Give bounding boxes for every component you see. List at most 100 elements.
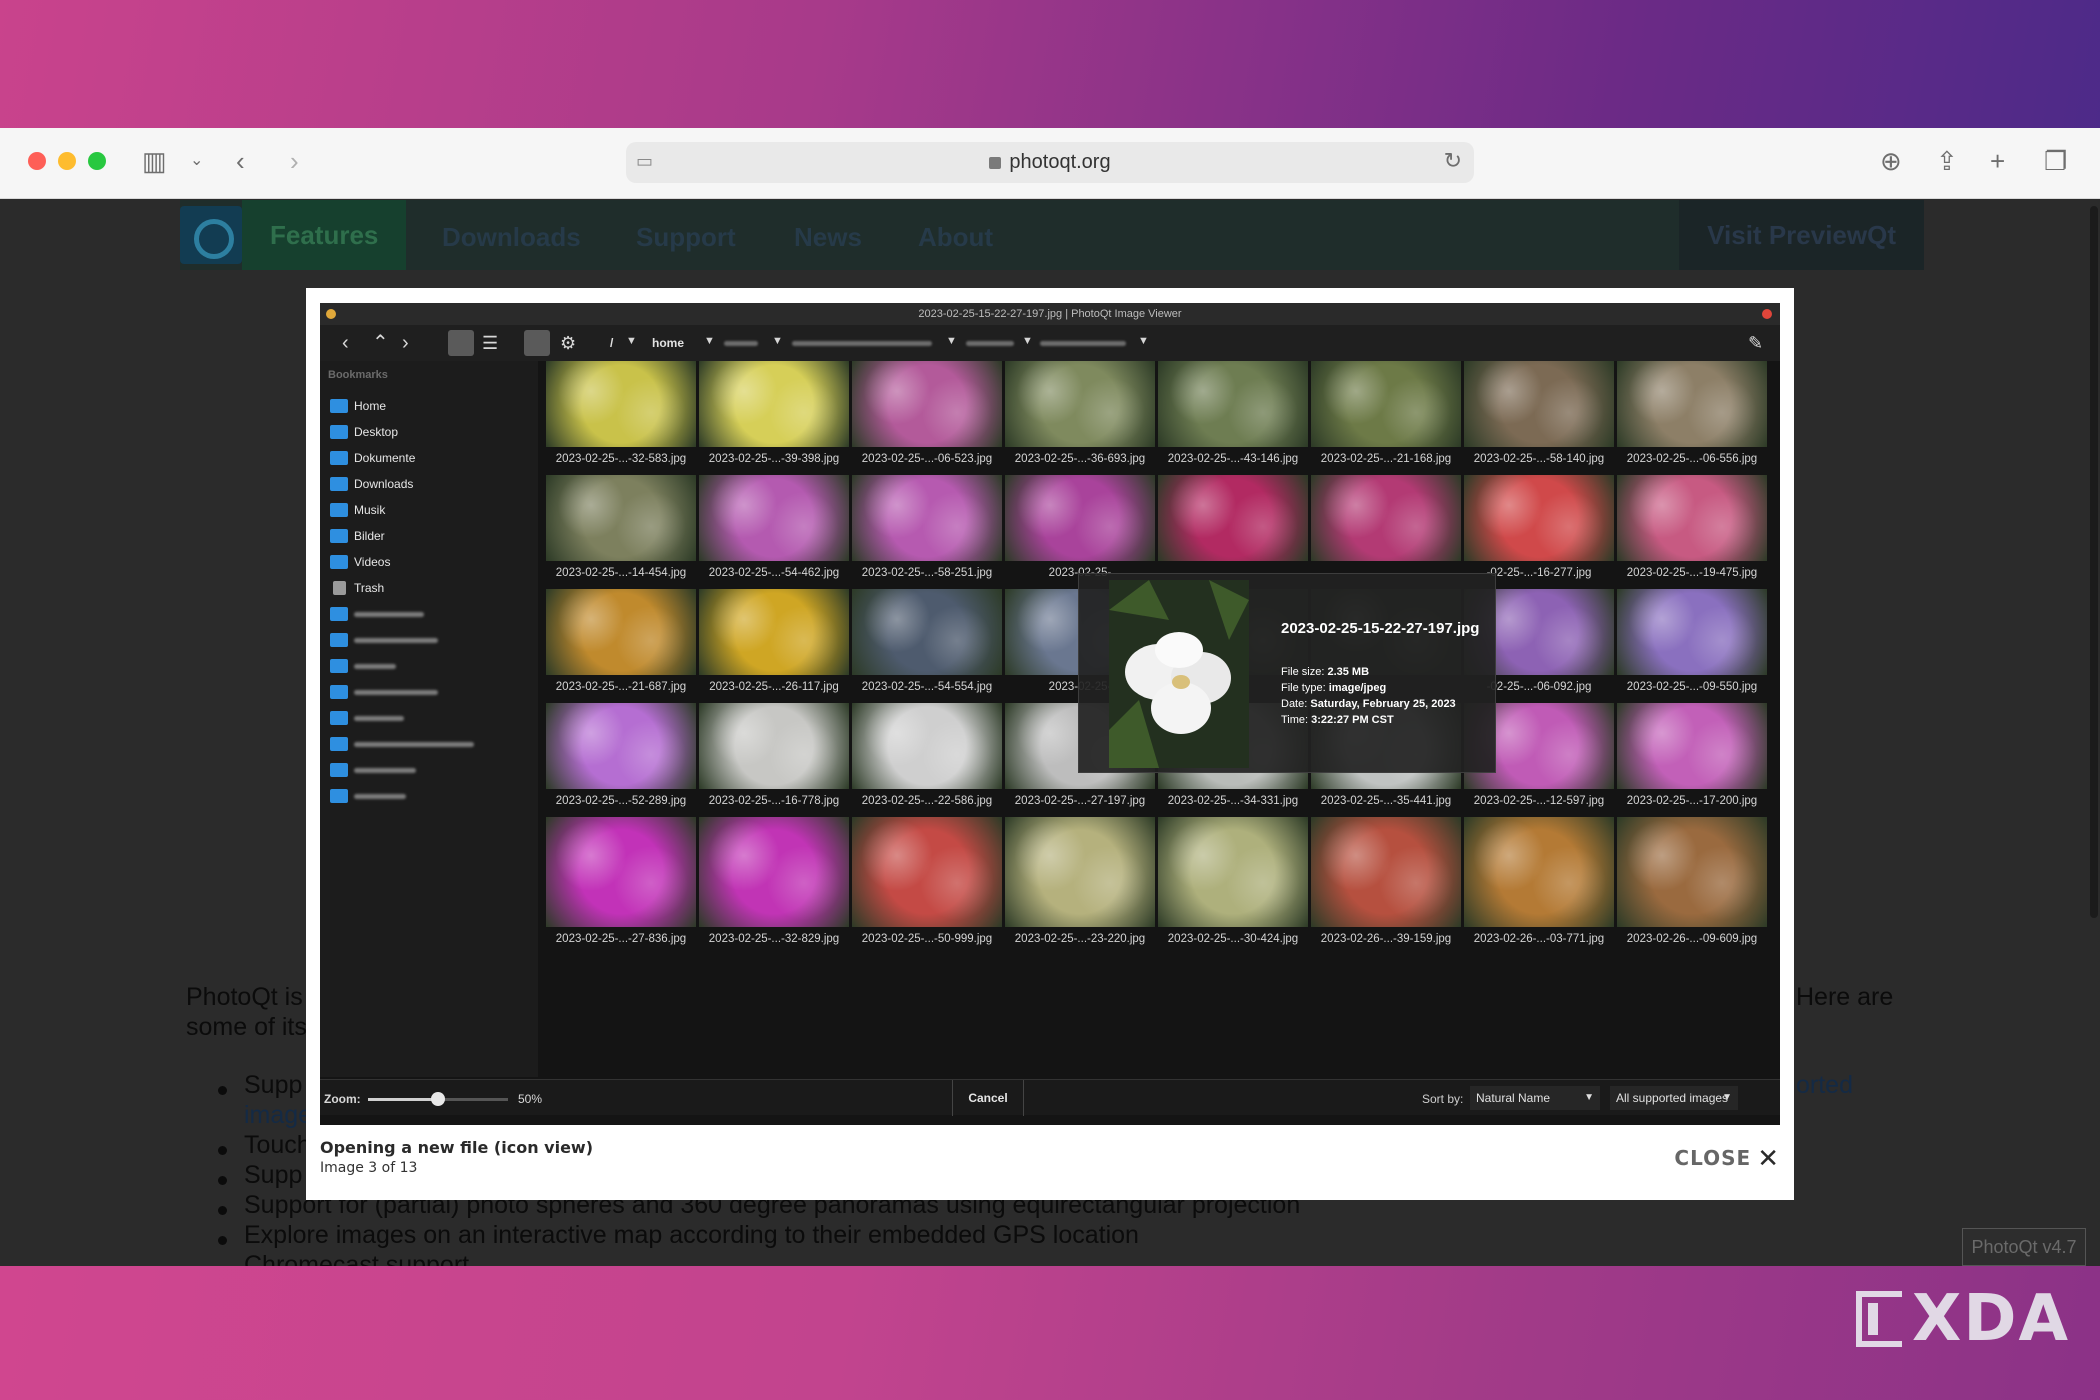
bookmark-redacted[interactable]: [330, 683, 438, 701]
type-label: File type:: [1281, 682, 1326, 694]
settings-icon[interactable]: ⚙: [560, 331, 576, 355]
page-scrollbar[interactable]: [2090, 206, 2098, 918]
visit-previewqt-button[interactable]: Visit PreviewQt: [1679, 200, 1924, 270]
close-window-button[interactable]: [28, 152, 46, 170]
bookmarks-sidebar: Bookmarks Home Desktop Dokumente Downloa…: [320, 361, 538, 1077]
chevron-down-icon[interactable]: ▼: [1138, 335, 1149, 347]
path-segment-redacted[interactable]: [724, 341, 758, 346]
thumbnail-item[interactable]: 2023-02-25-...-50-999.jpg: [852, 817, 1002, 967]
bookmark-redacted[interactable]: [330, 709, 404, 727]
sort-value: Natural Name: [1476, 1091, 1551, 1105]
app-close-button[interactable]: [1762, 309, 1772, 319]
zoom-slider-fill: [368, 1098, 438, 1101]
chevron-down-icon[interactable]: ▼: [626, 335, 637, 347]
path-segment-redacted[interactable]: [966, 341, 1014, 346]
thumbnail-label: 2023-02-25-...-39-398.jpg: [708, 453, 840, 465]
thumbnail-image: [852, 703, 1002, 789]
cancel-button[interactable]: Cancel: [952, 1080, 1024, 1116]
thumbnail-image: [1617, 475, 1767, 561]
forward-icon[interactable]: ›: [402, 331, 409, 355]
thumbnail-image: [852, 589, 1002, 675]
minimize-window-button[interactable]: [58, 152, 76, 170]
bookmark-redacted[interactable]: [330, 631, 438, 649]
lock-icon: [989, 157, 1002, 169]
thumbnail-image: [1158, 361, 1308, 447]
nav-news[interactable]: News: [794, 222, 862, 253]
date-label: Date:: [1281, 698, 1308, 710]
filter-select[interactable]: All supported images ▼: [1610, 1086, 1738, 1110]
thumbnail-image: [699, 589, 849, 675]
app-titlebar: 2023-02-25-15-22-27-197.jpg | PhotoQt Im…: [320, 303, 1780, 325]
bookmark-redacted[interactable]: [330, 657, 396, 675]
bookmark-desktop[interactable]: Desktop: [330, 423, 398, 441]
bookmark-trash[interactable]: Trash: [330, 579, 384, 597]
bookmark-dokumente[interactable]: Dokumente: [330, 449, 415, 467]
up-icon[interactable]: ⌃: [372, 331, 389, 355]
address-bar[interactable]: ▭ photoqt.org ↻: [626, 142, 1474, 183]
path-segment-redacted[interactable]: [1040, 341, 1126, 346]
thumbnail-item[interactable]: 2023-02-25-...-27-836.jpg: [546, 817, 696, 967]
chevron-down-icon[interactable]: ▼: [946, 335, 957, 347]
browser-titlebar: ▥ ⌄ ‹ › ▭ photoqt.org ↻ ⊕ ⇪ + ❐: [0, 128, 2100, 199]
nav-downloads[interactable]: Downloads: [442, 222, 581, 253]
bookmark-label: Home: [354, 399, 387, 413]
bookmark-redacted[interactable]: [330, 735, 474, 753]
thumbnail-item[interactable]: 2023-02-25-...-30-424.jpg: [1158, 817, 1308, 967]
chevron-down-icon[interactable]: ⌄: [190, 148, 203, 174]
folder-icon: [330, 633, 348, 647]
bookmark-redacted[interactable]: [330, 605, 424, 623]
download-icon[interactable]: ⊕: [1880, 148, 1902, 174]
sort-select[interactable]: Natural Name ▼: [1470, 1086, 1600, 1110]
tabs-overview-icon[interactable]: ❐: [2044, 148, 2067, 174]
path-home[interactable]: home: [652, 336, 684, 350]
back-icon[interactable]: ‹: [236, 148, 245, 174]
zoom-slider-handle[interactable]: [431, 1092, 445, 1106]
thumbnail-item[interactable]: 2023-02-26-...-39-159.jpg: [1311, 817, 1461, 967]
bookmark-downloads[interactable]: Downloads: [330, 475, 413, 493]
feature-item-1-link[interactable]: orted: [1796, 1070, 1853, 1101]
bookmark-videos[interactable]: Videos: [330, 553, 390, 571]
forward-icon[interactable]: ›: [290, 148, 299, 174]
thumbnail-image: [1464, 361, 1614, 447]
list-view-icon[interactable]: ☰: [482, 331, 498, 355]
path-segment-redacted[interactable]: [792, 341, 932, 346]
thumbnail-image: [852, 475, 1002, 561]
zoom-slider[interactable]: [368, 1092, 508, 1106]
close-button[interactable]: CLOSE ✕: [1674, 1144, 1780, 1174]
site-nav: Features Downloads Support News About Vi…: [180, 200, 1924, 270]
sidebar-toggle-icon[interactable]: ▥: [142, 148, 167, 174]
feature-item-1-link-line2[interactable]: image: [244, 1100, 312, 1131]
nav-support[interactable]: Support: [636, 222, 736, 253]
maximize-window-button[interactable]: [88, 152, 106, 170]
reload-icon[interactable]: ↻: [1444, 148, 1462, 174]
bookmark-redacted[interactable]: [330, 787, 406, 805]
nav-features[interactable]: Features: [242, 200, 407, 270]
thumbnail-item[interactable]: 2023-02-26-...-09-609.jpg: [1617, 817, 1767, 967]
bookmark-home[interactable]: Home: [330, 397, 386, 415]
bookmark-musik[interactable]: Musik: [330, 501, 385, 519]
chevron-down-icon[interactable]: ▼: [704, 335, 715, 347]
thumbnail-item[interactable]: 2023-02-25-...-32-829.jpg: [699, 817, 849, 967]
bookmark-redacted[interactable]: [330, 761, 416, 779]
photoqt-logo-icon[interactable]: [180, 206, 242, 264]
thumbnail-item[interactable]: 2023-02-26-...-03-771.jpg: [1464, 817, 1614, 967]
bookmark-bilder[interactable]: Bilder: [330, 527, 385, 545]
bookmark-label: Dokumente: [354, 451, 416, 465]
thumbnail-image: [1158, 817, 1308, 927]
grid-view-icon[interactable]: [448, 330, 474, 356]
path-root[interactable]: /: [610, 336, 613, 350]
save-icon[interactable]: [524, 330, 550, 356]
thumbnail-image: [699, 475, 849, 561]
xda-wordmark: XDA: [1912, 1282, 2070, 1356]
nav-about[interactable]: About: [918, 222, 993, 253]
back-icon[interactable]: ‹: [342, 331, 349, 355]
thumbnail-item[interactable]: 2023-02-25-...-23-220.jpg: [1005, 817, 1155, 967]
thumbnail-label: 2023-02-25-...-27-197.jpg: [1014, 795, 1146, 807]
new-tab-icon[interactable]: +: [1990, 148, 2005, 174]
chevron-down-icon[interactable]: ▼: [1022, 335, 1033, 347]
edit-icon[interactable]: ✎: [1748, 331, 1763, 355]
share-icon[interactable]: ⇪: [1936, 148, 1958, 174]
thumbnail-image: [1311, 475, 1461, 561]
chevron-down-icon[interactable]: ▼: [772, 335, 783, 347]
tooltip-size-row: File size: 2.35 MB: [1281, 666, 1369, 678]
